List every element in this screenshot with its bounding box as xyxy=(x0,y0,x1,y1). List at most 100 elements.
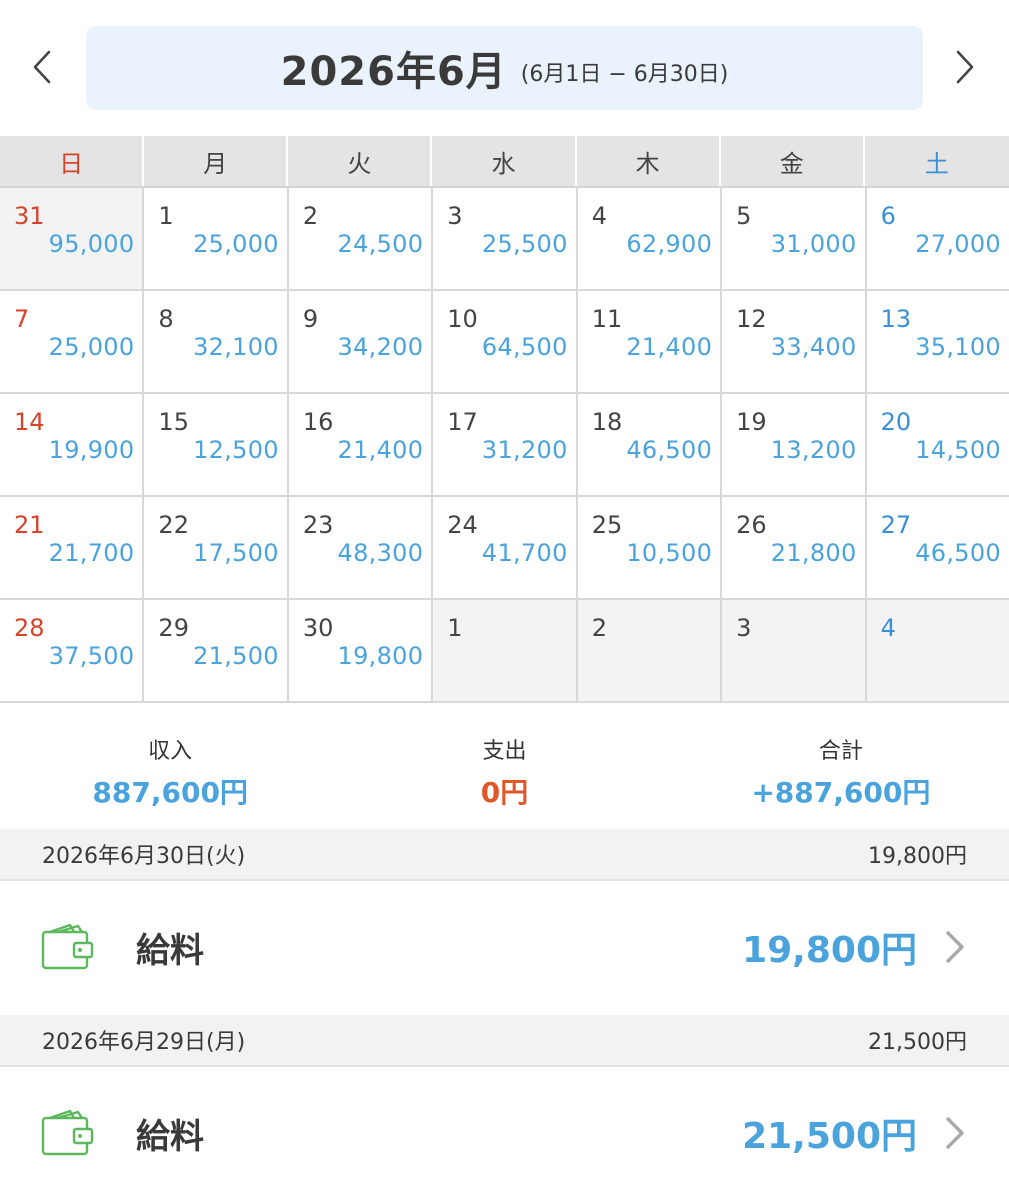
day-number: 17 xyxy=(447,408,478,436)
day-number: 4 xyxy=(880,614,896,642)
day-number: 13 xyxy=(880,305,912,333)
chevron-right-icon xyxy=(956,50,974,84)
day-number: 16 xyxy=(302,408,334,436)
day-number: 28 xyxy=(14,614,45,642)
day-number: 1 xyxy=(447,614,463,642)
day-amount: 13,200 xyxy=(770,436,857,464)
transaction-row[interactable]: 給料 21,500円 xyxy=(0,1067,1009,1199)
day-number: 1 xyxy=(158,202,174,230)
day-amount: 21,700 xyxy=(48,539,135,567)
day-amount: 31,000 xyxy=(770,230,857,258)
day-amount: 25,000 xyxy=(48,333,135,361)
day-number: 5 xyxy=(736,202,752,230)
calendar-day-cell[interactable]: 25 10,500 xyxy=(577,497,721,598)
calendar-day-cell[interactable]: 6 27,000 xyxy=(866,188,1009,289)
calendar-day-cell[interactable]: 10 64,500 xyxy=(433,291,576,392)
day-total: 21,500円 xyxy=(868,1030,967,1055)
income-summary: 収入 887,600円 xyxy=(0,703,336,829)
calendar-day-cell[interactable]: 22 17,500 xyxy=(144,497,287,598)
calendar-day-cell[interactable]: 30 19,800 xyxy=(288,600,432,701)
wallet-icon xyxy=(41,1109,94,1156)
day-amount: 21,800 xyxy=(770,539,857,567)
day-number: 21 xyxy=(14,511,45,539)
day-amount: 21,400 xyxy=(626,333,713,361)
day-number: 2 xyxy=(591,614,607,642)
day-section-header: 2026年6月30日(火) 19,800円 xyxy=(0,829,1009,881)
day-amount: 10,500 xyxy=(626,539,713,567)
day-amount: 34,200 xyxy=(337,333,424,361)
day-amount: 32,100 xyxy=(193,333,279,361)
month-summary: 収入 887,600円 支出 0円 合計 +887,600円 xyxy=(0,703,1009,829)
calendar-day-cell[interactable]: 5 31,000 xyxy=(722,188,865,289)
calendar-day-cell[interactable]: 13 35,100 xyxy=(866,291,1009,392)
calendar-day-cell[interactable]: 29 21,500 xyxy=(144,600,287,701)
day-amount: 37,500 xyxy=(48,642,135,670)
day-amount: 48,300 xyxy=(337,539,424,567)
expense-summary: 支出 0円 xyxy=(336,703,672,829)
day-amount: 21,400 xyxy=(337,436,424,464)
weekday-fri: 金 xyxy=(721,136,865,186)
calendar-day-cell[interactable]: 1 xyxy=(433,600,576,701)
calendar-day-cell[interactable]: 17 31,200 xyxy=(433,394,576,495)
weekday-header: 日 月 火 水 木 金 土 xyxy=(0,136,1009,188)
calendar-day-cell[interactable]: 23 48,300 xyxy=(288,497,432,598)
day-number: 24 xyxy=(447,511,478,539)
day-amount: 41,700 xyxy=(481,539,568,567)
calendar-day-cell[interactable]: 9 34,200 xyxy=(288,291,432,392)
chevron-right-icon xyxy=(946,931,964,963)
calendar-day-cell[interactable]: 31 95,000 xyxy=(0,188,143,289)
transaction-row[interactable]: 給料 19,800円 xyxy=(0,881,1009,1013)
transaction-amount: 21,500円 xyxy=(742,1116,917,1157)
day-amount: 19,800 xyxy=(337,642,424,670)
calendar-day-cell[interactable]: 2 24,500 xyxy=(288,188,432,289)
chevron-left-icon xyxy=(33,50,51,84)
calendar-day-cell[interactable]: 3 25,500 xyxy=(433,188,576,289)
prev-month-button[interactable] xyxy=(22,44,62,90)
day-amount: 95,000 xyxy=(48,230,135,258)
calendar-day-cell[interactable]: 3 xyxy=(722,600,865,701)
month-selector[interactable]: 2026年6月 (6月1日 − 6月30日) xyxy=(86,26,923,110)
day-total: 19,800円 xyxy=(868,844,967,869)
calendar-day-cell[interactable]: 15 12,500 xyxy=(144,394,287,495)
calendar-day-cell[interactable]: 28 37,500 xyxy=(0,600,143,701)
day-number: 15 xyxy=(158,408,189,436)
calendar-day-cell[interactable]: 12 33,400 xyxy=(722,291,865,392)
calendar-day-cell[interactable]: 21 21,700 xyxy=(0,497,143,598)
month-title: 2026年6月 xyxy=(280,49,507,95)
day-amount: 25,500 xyxy=(481,230,568,258)
calendar-day-cell[interactable]: 24 41,700 xyxy=(433,497,576,598)
day-section-header: 2026年6月29日(月) 21,500円 xyxy=(0,1015,1009,1067)
day-amount: 35,100 xyxy=(915,333,1001,361)
day-amount: 46,500 xyxy=(915,539,1001,567)
transaction-amount: 19,800円 xyxy=(742,930,917,971)
calendar-day-cell[interactable]: 11 21,400 xyxy=(577,291,721,392)
total-value: +887,600円 xyxy=(751,776,931,809)
calendar-day-cell[interactable]: 14 19,900 xyxy=(0,394,143,495)
calendar-day-cell[interactable]: 18 46,500 xyxy=(577,394,721,495)
calendar-day-cell[interactable]: 1 25,000 xyxy=(144,188,287,289)
day-number: 2 xyxy=(302,202,319,230)
calendar-day-cell[interactable]: 7 25,000 xyxy=(0,291,143,392)
day-date: 2026年6月29日(月) xyxy=(42,1030,246,1055)
day-number: 20 xyxy=(880,408,912,436)
day-number: 23 xyxy=(302,511,334,539)
month-range: (6月1日 − 6月30日) xyxy=(520,62,729,87)
calendar-day-cell[interactable]: 20 14,500 xyxy=(866,394,1009,495)
day-number: 26 xyxy=(736,511,767,539)
next-month-button[interactable] xyxy=(945,44,985,90)
calendar-grid: 31 95,000 1 25,000 2 24,500 3 25,500 4 62,900 5 31,… xyxy=(0,188,1009,703)
day-amount: 62,900 xyxy=(626,230,713,258)
income-label: 収入 xyxy=(148,739,193,764)
calendar-day-cell[interactable]: 2 xyxy=(577,600,721,701)
day-number: 12 xyxy=(736,305,767,333)
day-number: 3 xyxy=(736,614,752,642)
calendar-day-cell[interactable]: 4 xyxy=(866,600,1009,701)
weekday-wed: 水 xyxy=(432,136,577,186)
weekday-sat: 土 xyxy=(924,149,949,178)
calendar-day-cell[interactable]: 27 46,500 xyxy=(866,497,1009,598)
calendar-day-cell[interactable]: 4 62,900 xyxy=(577,188,721,289)
calendar-day-cell[interactable]: 8 32,100 xyxy=(144,291,287,392)
calendar-day-cell[interactable]: 26 21,800 xyxy=(722,497,865,598)
calendar-day-cell[interactable]: 19 13,200 xyxy=(722,394,865,495)
calendar-day-cell[interactable]: 16 21,400 xyxy=(288,394,432,495)
